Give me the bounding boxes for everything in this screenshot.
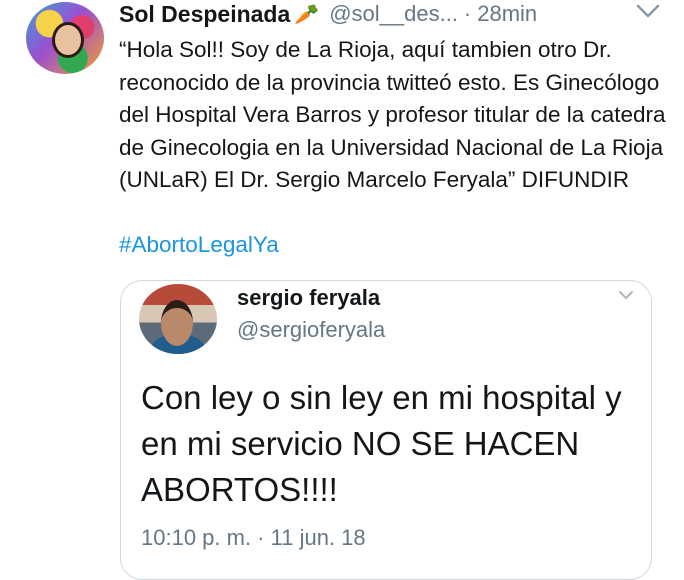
hashtag-link[interactable]: #AbortoLegalYa (119, 229, 279, 261)
quoted-tweet-text: Con ley o sin ley en mi hospital y en mi… (141, 379, 622, 508)
avatar-head (161, 300, 193, 346)
tweet-header: Sol Despeinada 🥕 @sol__des... · 28min (119, 0, 679, 28)
tweet-time[interactable]: 28min (477, 1, 537, 27)
chevron-down-icon[interactable] (617, 289, 635, 301)
carrot-emoji-icon: 🥕 (294, 3, 320, 26)
quoted-author-handle[interactable]: @sergioferyala (237, 317, 385, 343)
author-avatar[interactable] (26, 2, 104, 74)
author-name[interactable]: Sol Despeinada (119, 1, 290, 28)
chevron-down-icon[interactable] (634, 0, 662, 22)
quoted-author-name[interactable]: sergio feryala (237, 285, 380, 311)
avatar-face (52, 22, 84, 58)
quoted-tweet-timestamp[interactable]: 10:10 p. m. · 11 jun. 18 (141, 525, 366, 551)
tweet-text: “Hola Sol!! Soy de La Rioja, aquí tambie… (119, 37, 666, 192)
quoted-tweet-card[interactable]: sergio feryala @sergioferyala Con ley o … (120, 280, 652, 580)
author-handle[interactable]: @sol__des... (329, 1, 458, 27)
quoted-author-avatar[interactable] (139, 284, 217, 354)
separator-dot: · (463, 1, 472, 26)
